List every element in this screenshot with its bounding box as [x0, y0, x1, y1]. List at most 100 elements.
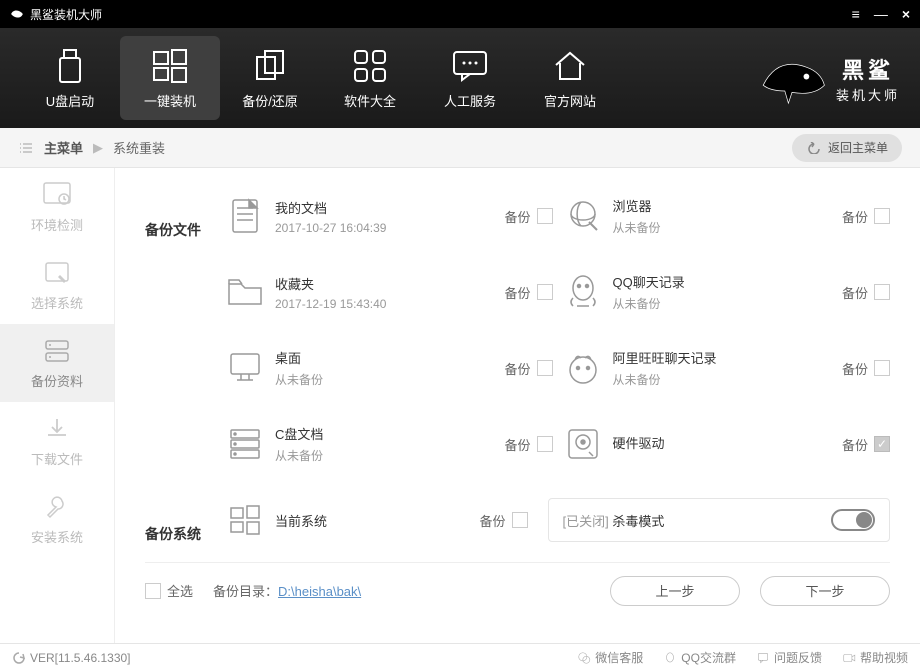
brand-small: 装机大师: [836, 85, 900, 104]
select-all-label: 全选: [167, 581, 193, 600]
item-name: 硬件驱动: [613, 433, 811, 452]
backup-label: 备份: [842, 283, 868, 302]
topnav-label: 人工服务: [444, 91, 496, 110]
topnav-label: 软件大全: [344, 91, 396, 110]
topnav-reinstall[interactable]: 一键装机: [120, 36, 220, 120]
sidebar-item-select[interactable]: 选择系统: [0, 246, 114, 324]
checkbox[interactable]: [874, 208, 890, 224]
section-system-label: 备份系统: [145, 496, 215, 544]
status-wechat[interactable]: 微信客服: [577, 649, 643, 666]
item-name: 浏览器: [613, 196, 811, 215]
browser-icon: [553, 196, 613, 236]
backup-label: 备份: [504, 283, 530, 302]
checkbox[interactable]: [537, 436, 553, 452]
kill-mode-panel: [已关闭] 杀毒模式: [548, 498, 891, 542]
backup-dir-link[interactable]: D:\heisha\bak\: [278, 584, 361, 599]
menu-icon[interactable]: ≡: [852, 6, 860, 22]
kill-mode-toggle[interactable]: [831, 509, 875, 531]
checkbox[interactable]: [874, 284, 890, 300]
item-name: QQ聊天记录: [613, 272, 811, 291]
minimize-icon[interactable]: —: [874, 6, 888, 22]
backup-label: 备份: [842, 359, 868, 378]
checkbox[interactable]: [874, 360, 890, 376]
back-arrow-icon: [806, 142, 822, 154]
brand-logo: 黑鲨 装机大师: [756, 48, 900, 108]
app-icon: [10, 7, 24, 21]
env-check-icon: [42, 181, 72, 209]
download-icon: [42, 415, 72, 443]
backup-label: 备份: [504, 207, 530, 226]
folder-icon: [215, 272, 275, 312]
chat-icon: [452, 47, 488, 85]
topnav-service[interactable]: 人工服务: [420, 36, 520, 120]
item-name: 阿里旺旺聊天记录: [613, 348, 811, 367]
sidebar-label: 备份资料: [31, 371, 83, 390]
checkbox[interactable]: [537, 208, 553, 224]
backup-label: 备份: [479, 511, 505, 530]
sidebar-label: 安装系统: [31, 527, 83, 546]
windows-icon: [215, 500, 275, 540]
backup-label: 备份: [504, 435, 530, 454]
usb-icon: [56, 47, 84, 85]
qq-icon: [553, 272, 613, 312]
wrench-icon: [42, 493, 72, 521]
sidebar-label: 选择系统: [31, 293, 83, 312]
bottom-row: 全选 备份目录：D:\heisha\bak\ 上一步 下一步: [145, 562, 890, 618]
select-all-checkbox[interactable]: [145, 583, 161, 599]
topnav: U盘启动 一键装机 备份/还原 软件大全 人工服务 官方网站 黑鲨 装机大: [0, 28, 920, 128]
titlebar: 黑鲨装机大师 ≡ — ×: [0, 0, 920, 28]
backup-dir: 备份目录：D:\heisha\bak\: [213, 581, 590, 600]
crumb-main[interactable]: 主菜单: [44, 138, 83, 157]
checkbox[interactable]: [512, 512, 528, 528]
shark-icon: [756, 48, 828, 108]
wangwang-icon: [553, 348, 613, 388]
kill-mode-label: 杀毒模式: [612, 514, 664, 529]
item-sub: 从未备份: [613, 219, 811, 236]
backup-label: 备份: [842, 207, 868, 226]
brand-big: 黑鲨: [842, 53, 894, 85]
item-name: 桌面: [275, 348, 473, 367]
topnav-usb[interactable]: U盘启动: [20, 36, 120, 120]
version: VER[11.5.46.1330]: [12, 651, 131, 665]
section-files-label: 备份文件: [145, 192, 215, 240]
checkbox[interactable]: [874, 436, 890, 452]
copy-icon: [253, 47, 287, 85]
chevron-right-icon: ▶: [93, 140, 103, 156]
feedback-icon: [756, 651, 770, 665]
checkbox[interactable]: [537, 284, 553, 300]
select-system-icon: [42, 259, 72, 287]
sidebar-item-download[interactable]: 下载文件: [0, 402, 114, 480]
drive-icon: [553, 424, 613, 464]
status-feedback[interactable]: 问题反馈: [756, 649, 822, 666]
sidebar: 环境检测 选择系统 备份资料 下载文件 安装系统: [0, 168, 115, 643]
home-icon: [552, 47, 588, 85]
breadcrumb-bar: 主菜单 ▶ 系统重装 返回主菜单: [0, 128, 920, 168]
close-icon[interactable]: ×: [902, 6, 910, 22]
prev-button[interactable]: 上一步: [610, 576, 740, 606]
next-button[interactable]: 下一步: [760, 576, 890, 606]
sidebar-label: 下载文件: [31, 449, 83, 468]
server-icon: [215, 424, 275, 464]
sidebar-item-backup[interactable]: 备份资料: [0, 324, 114, 402]
refresh-icon[interactable]: [12, 651, 26, 665]
topnav-website[interactable]: 官方网站: [520, 36, 620, 120]
topnav-backup[interactable]: 备份/还原: [220, 36, 320, 120]
topnav-software[interactable]: 软件大全: [320, 36, 420, 120]
sidebar-item-install[interactable]: 安装系统: [0, 480, 114, 558]
back-button[interactable]: 返回主菜单: [792, 134, 902, 162]
sidebar-item-env[interactable]: 环境检测: [0, 168, 114, 246]
checkbox[interactable]: [537, 360, 553, 376]
item-sub: 从未备份: [275, 447, 473, 464]
item-sub: 从未备份: [275, 371, 473, 388]
back-label: 返回主菜单: [828, 139, 888, 156]
wechat-icon: [577, 651, 591, 665]
status-help[interactable]: 帮助视频: [842, 649, 908, 666]
topnav-label: 一键装机: [144, 91, 196, 110]
backup-label: 备份: [842, 435, 868, 454]
item-sub: 2017-12-19 15:43:40: [275, 297, 473, 311]
windows-icon: [152, 47, 188, 85]
statusbar: VER[11.5.46.1330] 微信客服 QQ交流群 问题反馈 帮助视频: [0, 643, 920, 671]
item-name: 当前系统: [275, 511, 448, 530]
main: 环境检测 选择系统 备份资料 下载文件 安装系统 备份文件 我的文档2017-: [0, 168, 920, 643]
status-qq[interactable]: QQ交流群: [663, 649, 736, 666]
